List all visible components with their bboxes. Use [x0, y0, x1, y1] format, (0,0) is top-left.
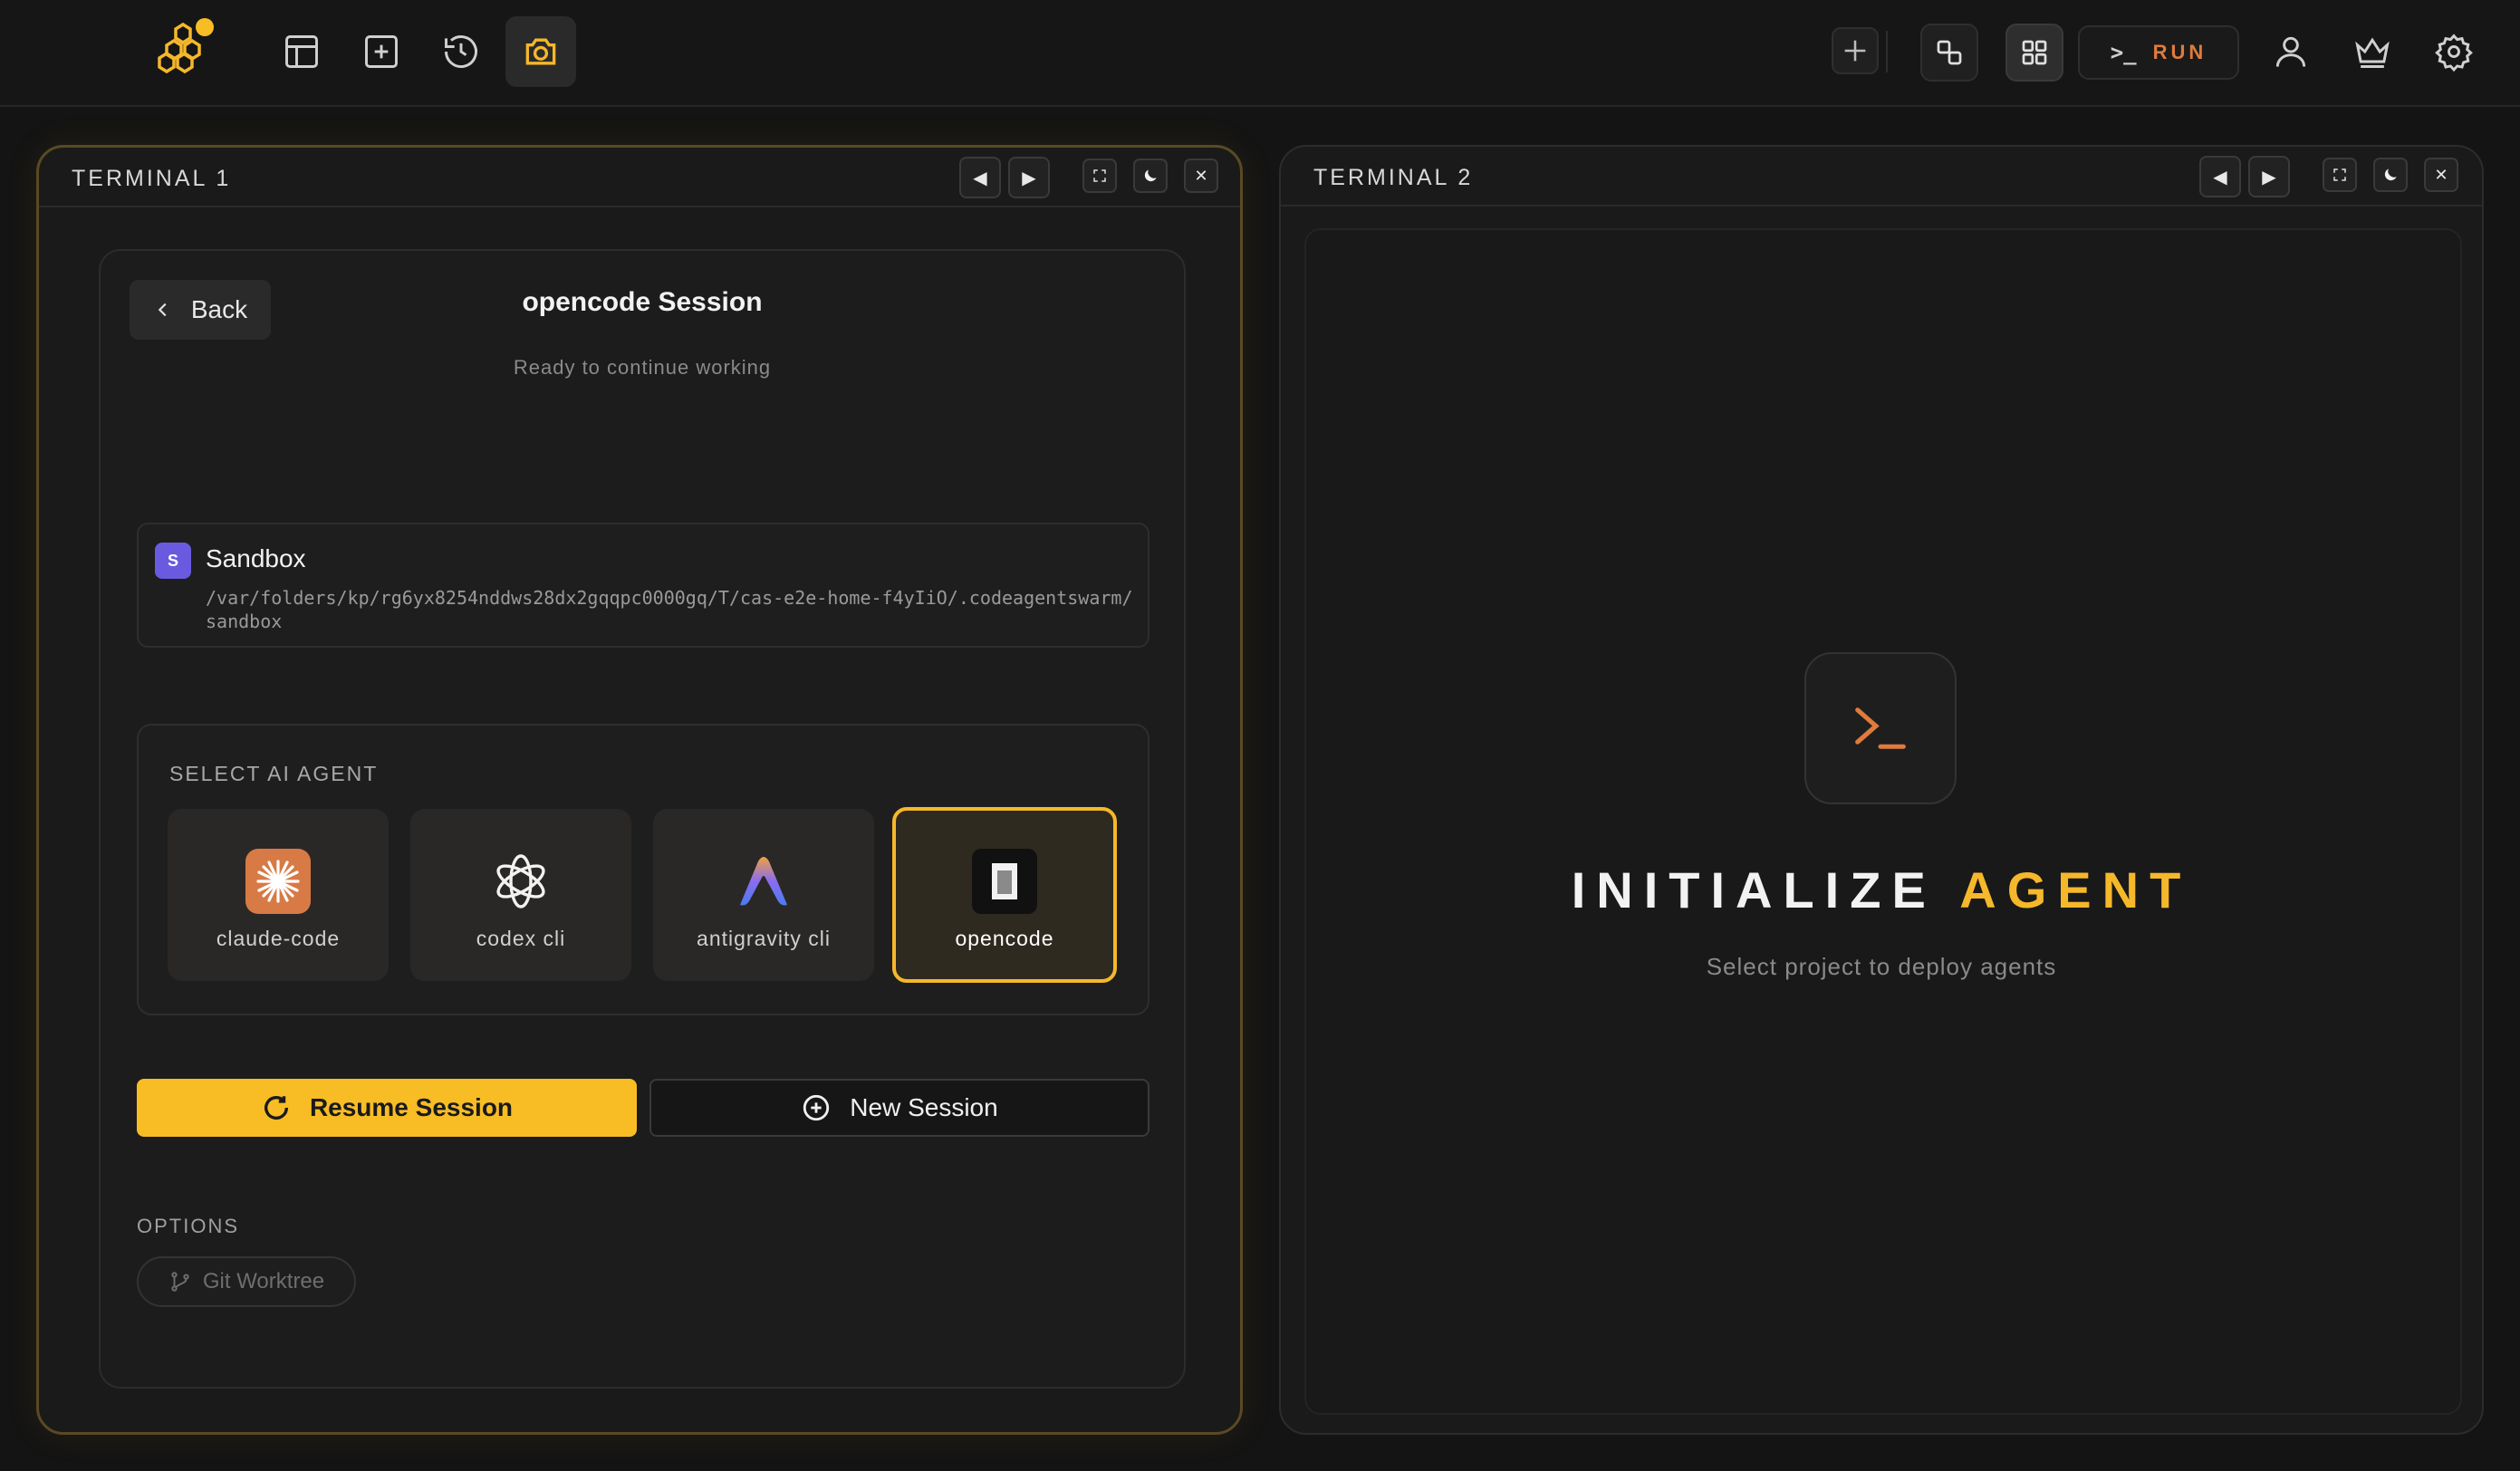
toolbar-divider	[1886, 31, 1888, 72]
fullscreen-button[interactable]	[1082, 159, 1117, 193]
agent-name: opencode	[955, 927, 1054, 950]
theme-button[interactable]	[2373, 158, 2408, 192]
session-title: opencode Session	[522, 287, 763, 317]
close-button[interactable]: ✕	[1184, 159, 1218, 193]
agent-section-label: SELECT AI AGENT	[169, 762, 379, 785]
caret-left-icon: ◀	[2213, 167, 2227, 187]
git-branch-icon	[171, 1272, 189, 1292]
agent-name: antigravity cli	[697, 927, 831, 950]
project-badge: S	[155, 543, 191, 579]
init-title-main: INITIALIZE	[1571, 861, 1937, 918]
agent-option-antigravity-cli[interactable]: antigravity cli	[653, 809, 874, 981]
terminal-1-header: TERMINAL 1 ◀ ▶ ✕	[39, 148, 1240, 207]
resume-label: Resume Session	[309, 1093, 514, 1121]
terminal-prompt-icon: >_	[2110, 40, 2137, 65]
opencode-icon	[972, 849, 1037, 914]
add-square-icon	[365, 35, 398, 68]
camera-button[interactable]	[505, 16, 576, 87]
terminal-prompt-icon	[1855, 707, 1906, 749]
moon-icon	[2384, 168, 2397, 181]
agent-name: claude-code	[216, 927, 341, 950]
expand-icon	[2333, 168, 2346, 181]
openai-icon	[496, 854, 545, 909]
add-terminal-button[interactable]	[346, 16, 417, 87]
project-info: S Sandbox /var/folders/kp/rg6yx8254nddws…	[137, 523, 1149, 648]
session-subtitle: Ready to continue working	[513, 356, 772, 379]
terminal-2-header: TERMINAL 2 ◀ ▶ ✕	[1281, 147, 2482, 207]
terminal-prompt-tile	[1804, 652, 1957, 804]
terminal-2-area[interactable]	[1304, 228, 2462, 1415]
crown-icon	[2355, 37, 2390, 68]
caret-right-icon: ▶	[1022, 168, 1036, 188]
terminal-1-panel: TERMINAL 1 ◀ ▶ ✕ Back opencode Session R…	[36, 145, 1243, 1435]
next-button[interactable]: ▶	[1008, 157, 1050, 198]
terminal-2-title: TERMINAL 2	[1313, 165, 1474, 190]
settings-button[interactable]	[2419, 16, 2489, 87]
git-worktree-toggle[interactable]: Git Worktree	[137, 1256, 356, 1307]
initialize-agent-title: INITIALIZE AGENT	[1279, 860, 2484, 919]
project-path: /var/folders/kp/rg6yx8254nddws28dx2gqqpc…	[206, 587, 1133, 632]
prev-button[interactable]: ◀	[2199, 156, 2241, 197]
prev-button[interactable]: ◀	[959, 157, 1001, 198]
plus-circle-icon	[803, 1094, 830, 1121]
history-icon	[445, 35, 477, 68]
agent-option-codex-cli[interactable]: codex cli	[410, 809, 631, 981]
resume-session-button[interactable]: Resume Session	[137, 1079, 637, 1137]
agent-name: codex cli	[476, 927, 566, 950]
settings-icon	[2435, 34, 2473, 72]
close-icon: ✕	[1194, 166, 1208, 185]
options-label: OPTIONS	[137, 1215, 240, 1237]
layout-button[interactable]	[266, 16, 337, 87]
agent-option-claude-code[interactable]: claude-code	[168, 809, 389, 981]
git-worktree-label: Git Worktree	[202, 1269, 325, 1293]
history-button[interactable]	[426, 16, 496, 87]
agent-selector: SELECT AI AGENT claude-code codex cli an…	[137, 724, 1149, 1015]
new-session-label: New Session	[850, 1093, 998, 1121]
antigravity-icon	[740, 857, 787, 906]
layout-icon	[285, 35, 318, 68]
top-toolbar: >_ RUN	[0, 0, 2520, 107]
close-icon: ✕	[2434, 165, 2448, 184]
moon-icon	[1144, 169, 1157, 182]
session-card: Back opencode Session Ready to continue …	[99, 249, 1186, 1389]
expand-icon	[1093, 169, 1106, 182]
close-button[interactable]: ✕	[2424, 158, 2458, 192]
next-button[interactable]: ▶	[2248, 156, 2290, 197]
initialize-agent-subtitle: Select project to deploy agents	[1706, 953, 2057, 980]
caret-left-icon: ◀	[973, 168, 987, 188]
logo-icon	[158, 18, 214, 74]
fullscreen-button[interactable]	[2323, 158, 2357, 192]
claude-icon	[245, 849, 311, 914]
new-session-button[interactable]: New Session	[649, 1079, 1149, 1137]
grid-view-button[interactable]	[2005, 24, 2063, 82]
premium-button[interactable]	[2337, 16, 2408, 87]
shapes-icon	[1937, 40, 1962, 65]
user-button[interactable]	[2255, 16, 2326, 87]
terminal-1-title: TERMINAL 1	[72, 166, 232, 191]
theme-button[interactable]	[1133, 159, 1168, 193]
run-button[interactable]: >_ RUN	[2078, 25, 2239, 80]
init-title-accent: AGENT	[1959, 861, 2192, 918]
camera-icon	[525, 38, 556, 65]
grid-icon	[2022, 40, 2047, 65]
add-button[interactable]	[1832, 27, 1879, 74]
user-icon	[2275, 36, 2306, 67]
agent-option-opencode[interactable]: opencode	[892, 807, 1117, 983]
plus-icon	[1844, 40, 1866, 62]
run-label: RUN	[2152, 41, 2207, 63]
caret-right-icon: ▶	[2262, 167, 2276, 187]
project-name: Sandbox	[206, 544, 306, 572]
shapes-button[interactable]	[1920, 24, 1978, 82]
refresh-icon	[264, 1095, 288, 1120]
